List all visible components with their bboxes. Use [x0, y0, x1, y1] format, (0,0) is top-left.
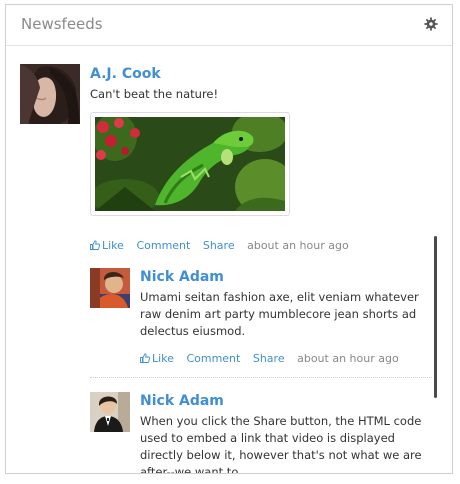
newsfeeds-panel: Newsfeeds A.J. Cook Can't beat the natur…	[5, 4, 453, 474]
share-button[interactable]: Share	[253, 352, 285, 365]
panel-title: Newsfeeds	[21, 15, 103, 33]
panel-header: Newsfeeds	[6, 5, 452, 46]
like-button[interactable]: Like	[90, 239, 127, 252]
like-label: Like	[102, 239, 124, 252]
comment-button[interactable]: Comment	[186, 352, 240, 365]
gear-icon[interactable]	[424, 17, 438, 31]
share-button[interactable]: Share	[203, 239, 235, 252]
post-text: Can't beat the nature!	[90, 87, 219, 101]
thumbs-up-icon	[90, 240, 100, 250]
like-label: Like	[152, 352, 174, 365]
avatar[interactable]	[20, 64, 80, 124]
comment-button[interactable]: Comment	[136, 239, 190, 252]
comment-author-name[interactable]: Nick Adam	[140, 269, 224, 285]
post-photo-frame[interactable]	[90, 112, 290, 216]
post-timestamp: about an hour ago	[247, 239, 349, 252]
scrollbar[interactable]	[434, 236, 437, 398]
comment-timestamp: about an hour ago	[297, 352, 399, 365]
comment-text: When you click the Share button, the HTM…	[140, 414, 422, 474]
comment-actions: Like Comment Share about an hour ago	[140, 352, 399, 365]
thumbs-up-icon	[140, 353, 150, 363]
post-photo-image	[95, 117, 285, 211]
like-button[interactable]: Like	[140, 352, 177, 365]
avatar[interactable]	[90, 268, 130, 308]
comment-divider	[90, 377, 432, 378]
post-author-name[interactable]: A.J. Cook	[90, 66, 161, 82]
avatar[interactable]	[90, 392, 130, 432]
comment-author-name[interactable]: Nick Adam	[140, 393, 224, 409]
post-actions: Like Comment Share about an hour ago	[90, 239, 349, 252]
comment-text: Umami seitan fashion axe, elit veniam wh…	[140, 290, 419, 338]
